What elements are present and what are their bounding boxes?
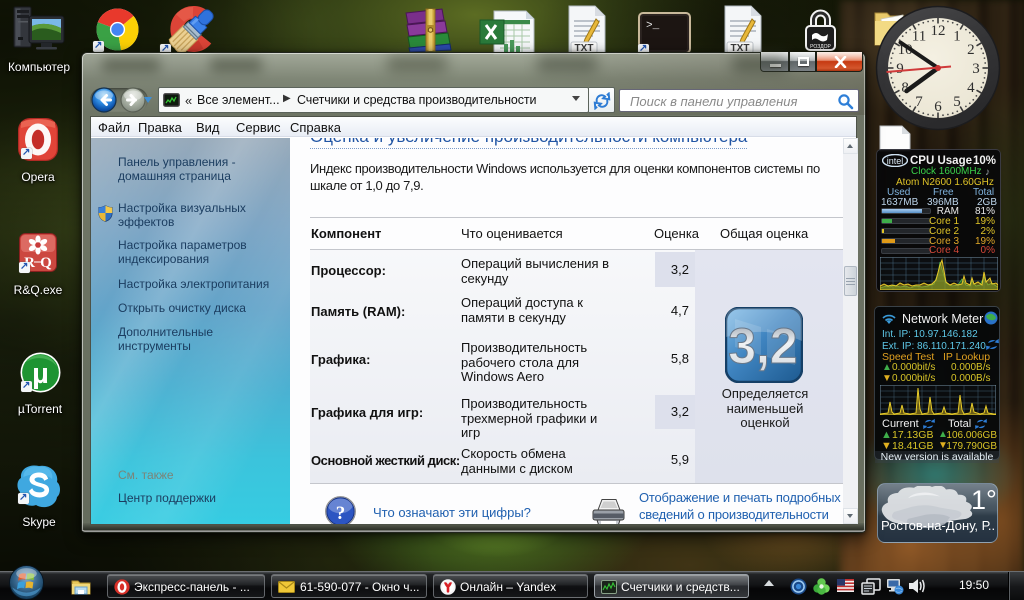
- svg-text:2: 2: [967, 42, 975, 58]
- svg-text:Q: Q: [40, 255, 52, 271]
- svg-text:µ: µ: [32, 358, 49, 390]
- svg-text:6: 6: [934, 99, 942, 115]
- svg-text:РОЗДОР: РОЗДОР: [810, 44, 831, 50]
- svg-text:5: 5: [953, 94, 961, 110]
- svg-text:?: ?: [336, 503, 346, 524]
- svg-text:3: 3: [972, 61, 980, 77]
- svg-text:7: 7: [915, 94, 923, 110]
- svg-text:1: 1: [953, 28, 961, 44]
- svg-text:11: 11: [912, 28, 926, 44]
- svg-text:3,2: 3,2: [728, 318, 798, 374]
- svg-text:9: 9: [896, 61, 904, 77]
- svg-text:4: 4: [967, 80, 975, 96]
- svg-text:>_: >_: [646, 20, 660, 32]
- svg-text:12: 12: [931, 23, 946, 39]
